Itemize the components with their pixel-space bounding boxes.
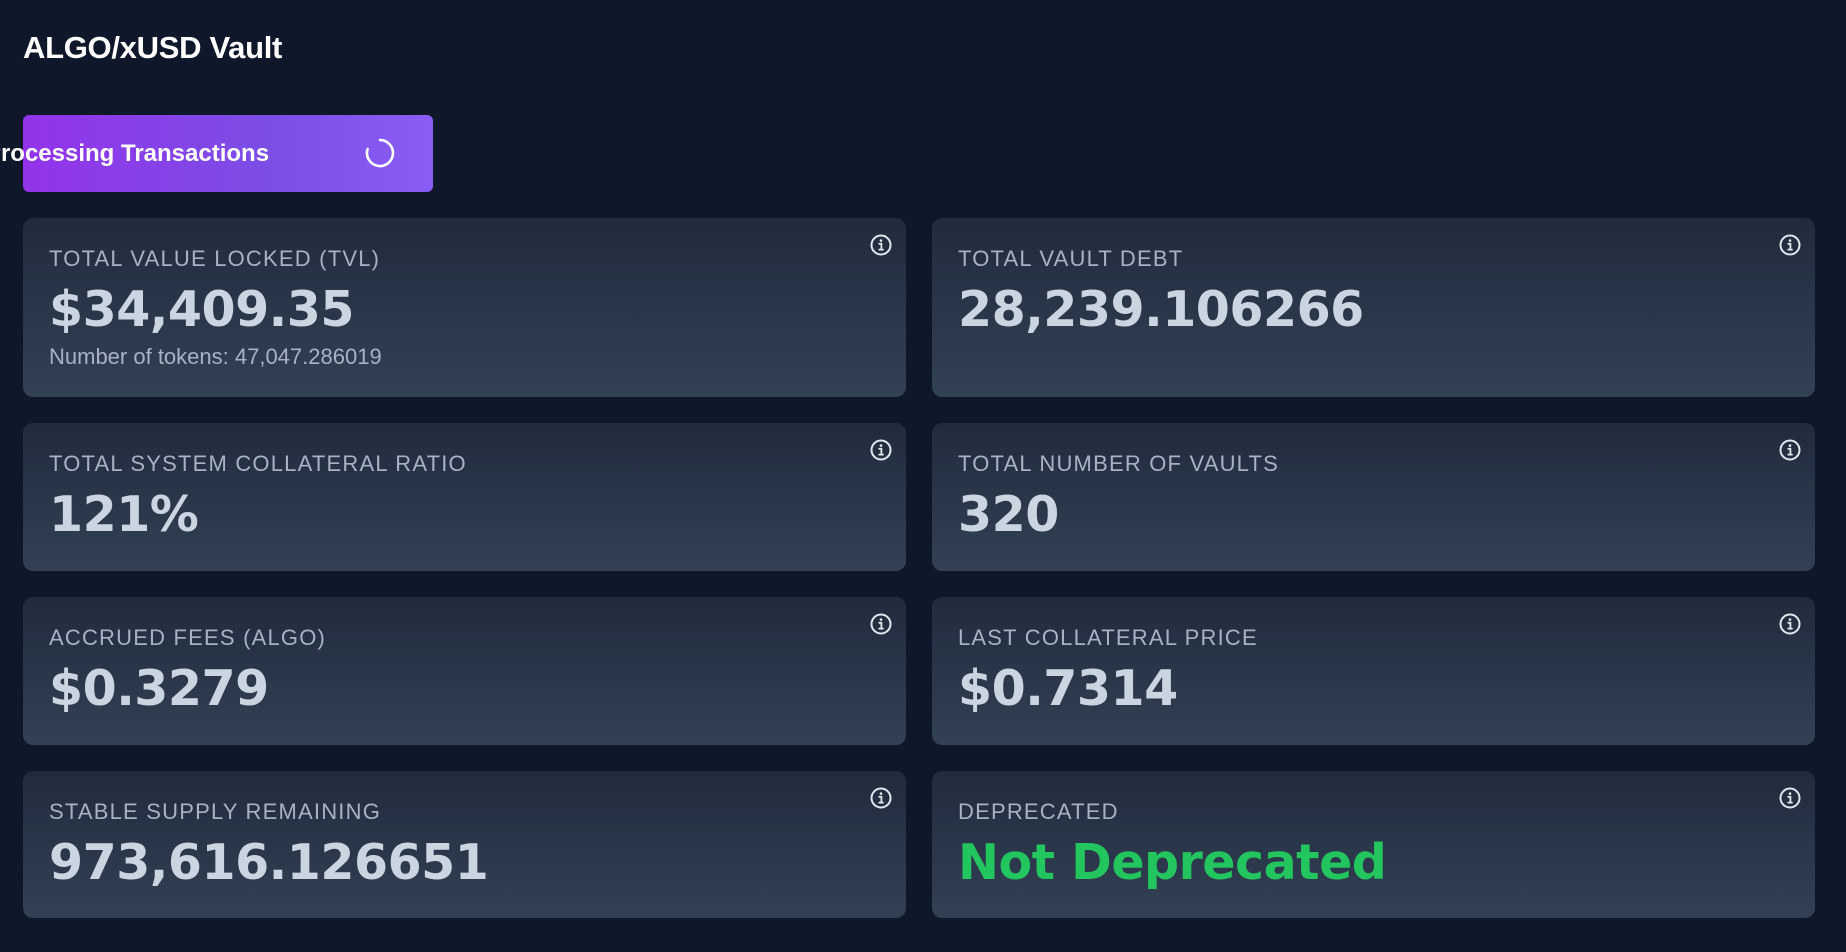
page-title: ALGO/xUSD Vault [23, 30, 283, 65]
stat-card-stable-supply: STABLE SUPPLY REMAINING 973,616.126651 [23, 771, 906, 918]
stat-label: TOTAL VALUE LOCKED (TVL) [49, 246, 381, 271]
stat-card-collateral-price: LAST COLLATERAL PRICE $0.7314 [932, 597, 1815, 745]
stat-label: TOTAL NUMBER OF VAULTS [958, 451, 1279, 476]
stat-label: LAST COLLATERAL PRICE [958, 625, 1258, 650]
stat-value: 973,616.126651 [49, 834, 489, 891]
spinner-icon [365, 138, 395, 168]
info-icon[interactable] [1778, 438, 1802, 462]
vault-page: ALGO/xUSD Vault Processing Transactions … [0, 0, 1846, 952]
info-icon[interactable] [869, 438, 893, 462]
stat-card-accrued-fees: ACCRUED FEES (ALGO) $0.3279 [23, 597, 906, 745]
info-icon[interactable] [1778, 233, 1802, 257]
info-icon[interactable] [869, 233, 893, 257]
stat-value: $0.7314 [958, 660, 1178, 717]
info-icon[interactable] [869, 612, 893, 636]
stat-card-number-of-vaults: TOTAL NUMBER OF VAULTS 320 [932, 423, 1815, 571]
processing-transactions-button[interactable]: Processing Transactions [0, 115, 433, 192]
stat-label: ACCRUED FEES (ALGO) [49, 625, 327, 650]
stat-card-collateral-ratio: TOTAL SYSTEM COLLATERAL RATIO 121% [23, 423, 906, 571]
stats-grid: TOTAL VALUE LOCKED (TVL) $34,409.35 Numb… [23, 218, 1815, 918]
stat-label: TOTAL SYSTEM COLLATERAL RATIO [49, 451, 467, 476]
stat-value: $34,409.35 [49, 281, 354, 338]
stat-card-tvl: TOTAL VALUE LOCKED (TVL) $34,409.35 Numb… [23, 218, 906, 397]
stat-label: DEPRECATED [958, 799, 1119, 824]
info-icon[interactable] [1778, 612, 1802, 636]
stat-label: STABLE SUPPLY REMAINING [49, 799, 382, 824]
stat-value: $0.3279 [49, 660, 269, 717]
stat-card-vault-debt: TOTAL VAULT DEBT 28,239.106266 [932, 218, 1815, 397]
info-icon[interactable] [1778, 786, 1802, 810]
stat-label: TOTAL VAULT DEBT [958, 246, 1184, 271]
processing-button-label: Processing Transactions [0, 139, 270, 167]
stat-value: 320 [958, 486, 1059, 543]
info-icon[interactable] [869, 786, 893, 810]
stat-value: 121% [49, 486, 199, 543]
stat-subtext: Number of tokens: 47,047.286019 [49, 344, 382, 369]
stat-card-deprecated: DEPRECATED Not Deprecated [932, 771, 1815, 918]
deprecated-status-value: Not Deprecated [958, 834, 1387, 891]
stat-value: 28,239.106266 [958, 281, 1364, 338]
